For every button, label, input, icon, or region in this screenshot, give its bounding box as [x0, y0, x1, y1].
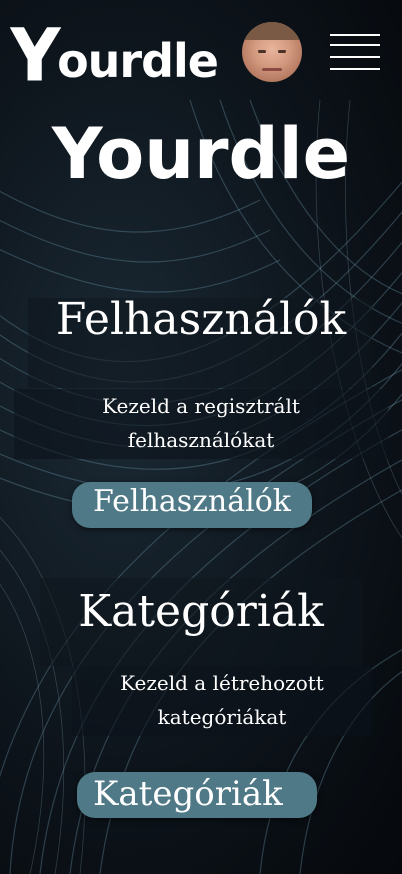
logo-y-icon: [9, 27, 62, 81]
avatar-eye-right: [278, 50, 286, 53]
yourdle-logo[interactable]: ourdle: [8, 14, 219, 88]
section-categories-description-line2: kategóriákat: [157, 705, 287, 729]
page-title: Yourdle: [51, 113, 351, 195]
section-users-description: Kezeld a regisztrált felhasználókat: [14, 389, 388, 459]
logo-text: ourdle: [57, 34, 219, 88]
categories-button[interactable]: Kategóriák: [77, 772, 317, 818]
menu-line-1: [330, 34, 380, 36]
menu-line-3: [330, 56, 380, 58]
avatar-eye-left: [258, 50, 266, 53]
hamburger-menu-icon[interactable]: [330, 32, 380, 72]
user-avatar[interactable]: [242, 22, 302, 82]
users-button[interactable]: Felhasználók: [72, 482, 312, 528]
avatar-hair: [242, 22, 302, 40]
section-users-description-line2: felhasználókat: [127, 428, 275, 452]
section-categories-heading: Kategóriák: [78, 586, 324, 637]
section-users-heading: Felhasználók: [55, 294, 347, 345]
section-categories-description-line1: Kezeld a létrehozott: [120, 671, 324, 695]
menu-line-2: [330, 44, 380, 46]
section-categories-description: Kezeld a létrehozott kategóriákat: [72, 666, 372, 736]
top-navigation-bar: ourdle: [0, 0, 402, 100]
avatar-mouth: [262, 68, 282, 71]
section-users-description-line1: Kezeld a regisztrált: [102, 394, 300, 418]
menu-line-4: [330, 68, 380, 70]
